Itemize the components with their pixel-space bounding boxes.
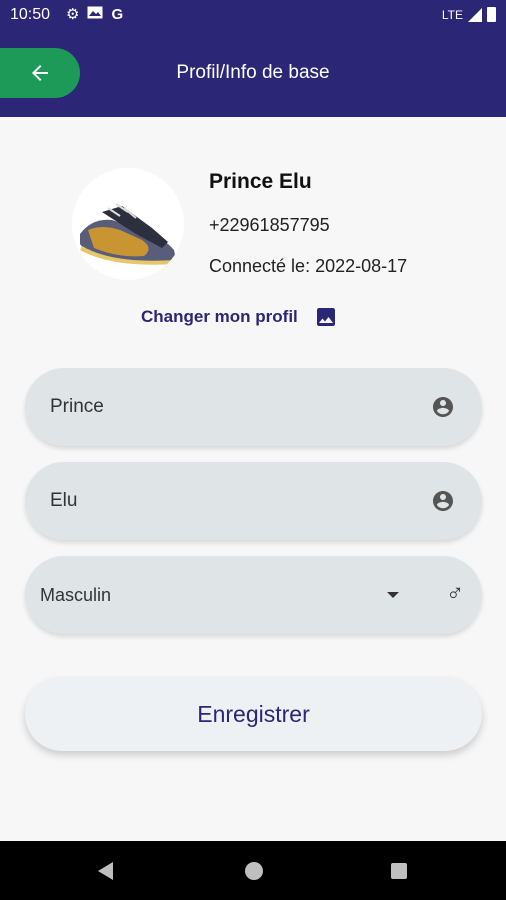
app-bar: Profil/Info de base xyxy=(0,30,506,117)
male-icon: ♂ xyxy=(446,580,464,607)
profile-connected-date: Connecté le: 2022-08-17 xyxy=(209,256,408,276)
profile-name: Prince Elu xyxy=(209,170,312,193)
person-icon xyxy=(433,397,453,417)
chevron-down-icon[interactable] xyxy=(387,592,399,598)
last-name-field[interactable]: Elu xyxy=(25,462,482,540)
status-time: 10:50 xyxy=(10,6,51,23)
status-bar: 10:50 ⚙ G LTE xyxy=(0,0,506,30)
recents-icon[interactable] xyxy=(391,863,407,879)
google-icon: G xyxy=(111,6,124,23)
first-name-field[interactable]: Prince xyxy=(25,368,482,446)
signal-icon xyxy=(468,7,482,22)
person-icon xyxy=(433,491,453,511)
gender-value: Masculin xyxy=(40,584,112,605)
last-name-value: Elu xyxy=(50,490,78,511)
back-icon[interactable] xyxy=(98,862,113,880)
save-button[interactable]: Enregistrer xyxy=(25,677,482,751)
network-type: LTE xyxy=(441,7,463,22)
profile-phone: +22961857795 xyxy=(209,215,330,235)
gender-select[interactable]: Masculin ♂ xyxy=(25,556,482,634)
navigation-bar xyxy=(0,841,506,900)
home-icon[interactable] xyxy=(245,862,263,880)
mail-icon xyxy=(87,6,103,24)
avatar xyxy=(72,168,184,280)
change-profile-label: Changer mon profil xyxy=(141,307,298,326)
page-title: Profil/Info de base xyxy=(176,62,330,83)
battery-icon xyxy=(487,7,496,22)
image-icon xyxy=(316,308,335,326)
first-name-value: Prince xyxy=(50,396,104,417)
change-profile-button[interactable]: Changer mon profil xyxy=(141,305,338,329)
gear-icon: ⚙ xyxy=(66,6,80,23)
